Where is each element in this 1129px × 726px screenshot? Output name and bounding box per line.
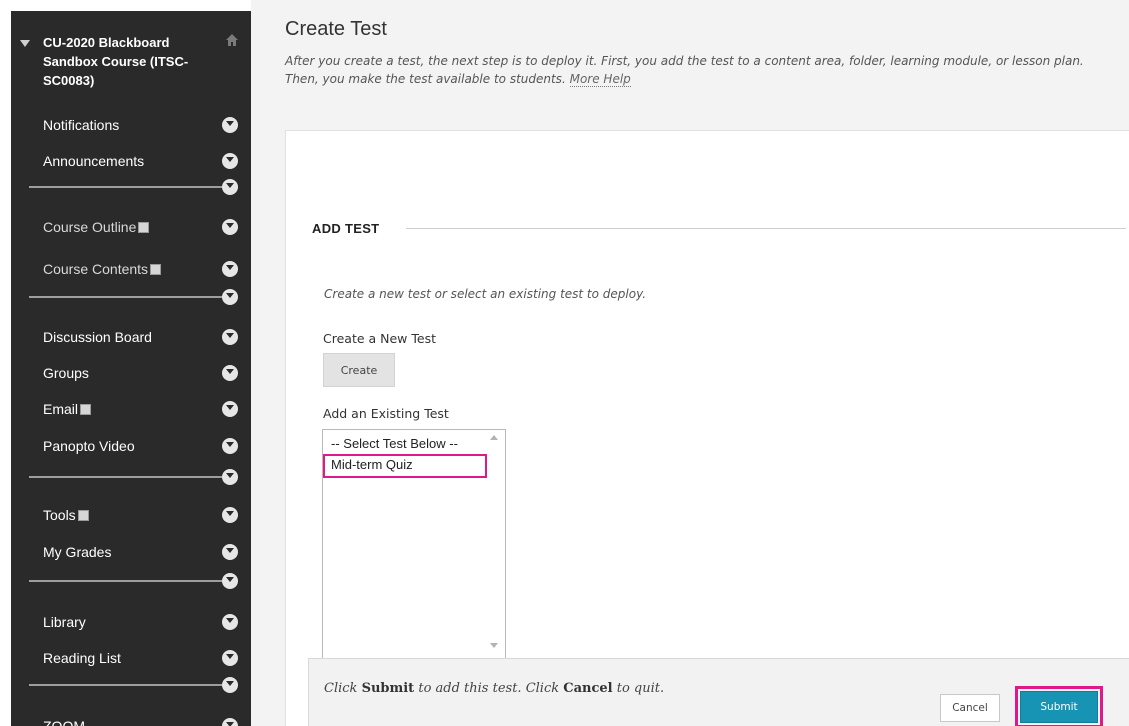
course-header: CU-2020 Blackboard Sandbox Course (ITSC-…: [11, 33, 251, 113]
divider: [29, 580, 229, 582]
submit-text-cancel: Cancel: [563, 681, 613, 696]
sidebar-item-zoom[interactable]: ZOOM: [11, 710, 251, 726]
chevron-down-icon[interactable]: [222, 401, 238, 417]
sidebar-item-text: Course Outline: [43, 219, 137, 235]
sidebar-item-label: Discussion Board: [43, 329, 152, 345]
course-menu-sidebar: CU-2020 Blackboard Sandbox Course (ITSC-…: [11, 11, 251, 726]
add-test-panel: ADD TEST Create a new test or select an …: [285, 130, 1129, 726]
chevron-down-icon[interactable]: [222, 573, 238, 589]
divider: [29, 296, 229, 298]
sidebar-item-library[interactable]: Library: [11, 606, 251, 638]
sidebar-item-label: Course Contents: [43, 261, 162, 278]
more-help-link[interactable]: More Help: [569, 72, 631, 87]
course-title[interactable]: CU-2020 Blackboard Sandbox Course (ITSC-…: [43, 33, 203, 90]
content-page-icon: [138, 222, 150, 233]
home-icon[interactable]: [225, 33, 239, 47]
create-new-test-label: Create a New Test: [323, 331, 436, 346]
tool-link-icon: [77, 510, 89, 521]
chevron-down-icon[interactable]: [222, 219, 238, 235]
sidebar-item-announcements[interactable]: Announcements: [11, 145, 251, 177]
chevron-down-icon[interactable]: [222, 718, 238, 726]
content-page-icon: [150, 264, 162, 275]
section-heading: ADD TEST: [312, 221, 380, 236]
add-test-instructions: Create a new test or select an existing …: [324, 287, 647, 301]
scroll-up-arrow-icon[interactable]: [490, 435, 498, 440]
sidebar-item-notifications[interactable]: Notifications: [11, 109, 251, 141]
sidebar-item-course-contents[interactable]: Course Contents: [11, 253, 251, 285]
chevron-down-icon[interactable]: [222, 153, 238, 169]
chevron-down-icon[interactable]: [222, 614, 238, 630]
sidebar-item-text: Email: [43, 401, 79, 417]
sidebar-item-label: Course Outline: [43, 219, 150, 236]
chevron-down-icon[interactable]: [222, 677, 238, 693]
submit-text-click: Click: [324, 681, 358, 696]
cancel-button[interactable]: Cancel: [940, 694, 1000, 722]
chevron-down-icon[interactable]: [222, 117, 238, 133]
collapse-arrow-icon[interactable]: [20, 40, 30, 47]
submit-text-end: to quit.: [616, 681, 665, 696]
chevron-down-icon[interactable]: [222, 289, 238, 305]
chevron-down-icon[interactable]: [222, 261, 238, 277]
chevron-down-icon[interactable]: [222, 438, 238, 454]
divider: [29, 476, 229, 478]
sidebar-item-tools[interactable]: Tools: [11, 499, 251, 531]
sidebar-item-label: Notifications: [43, 117, 120, 133]
sidebar-item-label: ZOOM: [43, 718, 85, 726]
main-content: Create Test After you create a test, the…: [251, 0, 1129, 726]
chevron-down-icon[interactable]: [222, 544, 238, 560]
sidebar-item-course-outline[interactable]: Course Outline: [11, 211, 251, 243]
sidebar-item-reading-list[interactable]: Reading List: [11, 642, 251, 674]
submit-text-middle: to add this test. Click: [418, 681, 560, 696]
sidebar-item-label: My Grades: [43, 544, 112, 560]
divider: [29, 684, 229, 686]
sidebar-item-text: Course Contents: [43, 261, 149, 277]
chevron-down-icon[interactable]: [222, 179, 238, 195]
sidebar-item-label: Email: [43, 401, 92, 418]
existing-test-listbox[interactable]: -- Select Test Below -- Mid-term Quiz: [322, 429, 506, 659]
chevron-down-icon[interactable]: [222, 507, 238, 523]
submit-instructions: Click Submit to add this test. Click Can…: [324, 681, 664, 696]
submit-text-submit: Submit: [361, 681, 415, 696]
sidebar-item-panopto-video[interactable]: Panopto Video: [11, 430, 251, 462]
existing-test-label: Add an Existing Test: [323, 406, 449, 421]
chevron-down-icon[interactable]: [222, 650, 238, 666]
intro-line-1: After you create a test, the next step i…: [285, 54, 1084, 68]
create-button[interactable]: Create: [323, 353, 395, 387]
sidebar-item-label: Panopto Video: [43, 438, 135, 454]
submit-bar: Click Submit to add this test. Click Can…: [308, 658, 1129, 726]
sidebar-item-groups[interactable]: Groups: [11, 357, 251, 389]
chevron-down-icon[interactable]: [222, 469, 238, 485]
page-title: Create Test: [285, 18, 387, 40]
scroll-down-arrow-icon[interactable]: [490, 643, 498, 648]
list-option-placeholder[interactable]: -- Select Test Below --: [331, 436, 458, 451]
sidebar-item-label: Library: [43, 614, 86, 630]
sidebar-item-label: Reading List: [43, 650, 121, 666]
sidebar-item-label: Tools: [43, 507, 89, 524]
section-divider: [406, 228, 1126, 229]
list-option-midterm-quiz[interactable]: Mid-term Quiz: [331, 457, 413, 472]
sidebar-item-discussion-board[interactable]: Discussion Board: [11, 321, 251, 353]
chevron-down-icon[interactable]: [222, 329, 238, 345]
submit-button[interactable]: Submit: [1020, 691, 1098, 723]
tool-link-icon: [80, 404, 92, 415]
page-instructions: After you create a test, the next step i…: [285, 52, 1125, 88]
sidebar-item-label: Announcements: [43, 153, 145, 169]
sidebar-item-email[interactable]: Email: [11, 393, 251, 425]
sidebar-item-my-grades[interactable]: My Grades: [11, 536, 251, 568]
chevron-down-icon[interactable]: [222, 365, 238, 381]
sidebar-item-text: Tools: [43, 507, 76, 523]
sidebar-item-label: Groups: [43, 365, 89, 381]
divider: [29, 186, 229, 188]
intro-line-2: Then, you make the test available to stu…: [285, 72, 566, 86]
